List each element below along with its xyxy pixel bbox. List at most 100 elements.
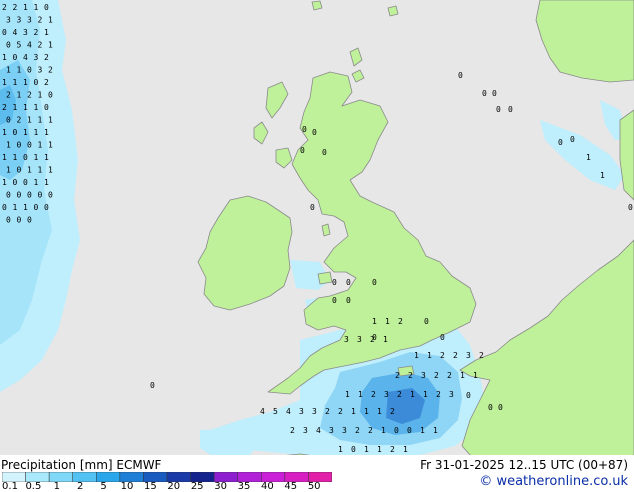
- precip-value: 0: [6, 41, 11, 50]
- precip-value: 1: [17, 66, 22, 75]
- precip-value: 1: [17, 91, 22, 100]
- precip-value: 0: [332, 296, 337, 305]
- legend-ticks: 0.1 0.5 1 2 5 10 15 20 25 30 35 40 45 50: [0, 481, 340, 492]
- precip-value: 1: [2, 53, 7, 62]
- precip-value: 0: [13, 53, 18, 62]
- precip-value: 2: [447, 371, 452, 380]
- precip-value: 3: [6, 16, 11, 25]
- precip-value: 2: [2, 103, 7, 112]
- precip-value: 2: [368, 426, 373, 435]
- precip-value: 1: [44, 178, 49, 187]
- precip-value: 1: [364, 445, 369, 454]
- precip-value: 1: [38, 91, 43, 100]
- precip-value: 1: [473, 371, 478, 380]
- precip-value: 1: [410, 390, 415, 399]
- precip-value: 1: [44, 128, 49, 137]
- precip-value: 2: [48, 66, 53, 75]
- precip-value: 1: [427, 351, 432, 360]
- precip-value: 0: [17, 141, 22, 150]
- precip-value: 0: [48, 191, 53, 200]
- precip-value: 1: [2, 178, 7, 187]
- precip-value: 1: [2, 128, 7, 137]
- legend-tick-label: 1: [53, 481, 60, 492]
- precip-value: 1: [414, 351, 419, 360]
- precip-value: 2: [17, 116, 22, 125]
- precip-value: 0: [2, 203, 7, 212]
- precip-value: 0: [498, 403, 503, 412]
- precip-value: 1: [372, 317, 377, 326]
- precip-value: 0: [34, 78, 39, 87]
- precip-value: 1: [403, 445, 408, 454]
- precip-value: 0: [17, 191, 22, 200]
- precip-value: 0: [424, 317, 429, 326]
- valid-time: Fr 31-01-2025 12..15 UTC (00+87): [420, 458, 628, 472]
- precip-value: 1: [48, 141, 53, 150]
- precip-value: 2: [440, 351, 445, 360]
- precip-value: 0: [23, 178, 28, 187]
- precip-value: 0: [17, 216, 22, 225]
- precip-value: 3: [344, 335, 349, 344]
- precip-value: 1: [48, 116, 53, 125]
- precip-value: 1: [423, 390, 428, 399]
- precip-value: 2: [34, 28, 39, 37]
- precip-value: 2: [355, 426, 360, 435]
- precip-value: 0: [27, 191, 32, 200]
- precip-value: 3: [38, 66, 43, 75]
- precip-value: 2: [38, 41, 43, 50]
- precip-value: 1: [2, 78, 7, 87]
- precip-value: 1: [34, 153, 39, 162]
- precip-value: 0: [394, 426, 399, 435]
- precip-value: 0: [508, 105, 513, 114]
- legend-tick-label: 35: [237, 481, 251, 492]
- precip-value: 2: [390, 445, 395, 454]
- precip-value: 1: [377, 445, 382, 454]
- precip-value: 2: [398, 317, 403, 326]
- precip-value: 0: [150, 381, 155, 390]
- precip-value: 2: [2, 3, 7, 12]
- precip-value: 4: [316, 426, 321, 435]
- precip-value: 3: [303, 426, 308, 435]
- legend-tick-label: 50: [307, 481, 321, 492]
- precip-value: 3: [23, 28, 28, 37]
- precip-value: 2: [13, 3, 18, 12]
- precip-value: 1: [13, 78, 18, 87]
- precip-value: 1: [48, 166, 53, 175]
- precip-value: 1: [6, 166, 11, 175]
- precip-value: 1: [600, 171, 605, 180]
- precip-value: 1: [27, 166, 32, 175]
- legend-tick-label: 45: [284, 481, 298, 492]
- precip-value: 1: [38, 141, 43, 150]
- precip-value: 1: [385, 317, 390, 326]
- precip-value: 1: [377, 407, 382, 416]
- precip-value: 1: [27, 116, 32, 125]
- precip-value: 0: [332, 278, 337, 287]
- precip-value: 0: [23, 153, 28, 162]
- precip-value: 2: [408, 371, 413, 380]
- precip-value: 1: [6, 66, 11, 75]
- precip-value: 0: [13, 178, 18, 187]
- precip-value: 0: [310, 203, 315, 212]
- precip-value: 1: [13, 153, 18, 162]
- legend-tick-label: 10: [120, 481, 134, 492]
- precip-value: 3: [342, 426, 347, 435]
- precip-value: 4: [27, 41, 32, 50]
- precip-value: 3: [299, 407, 304, 416]
- precip-value: 0: [27, 66, 32, 75]
- precip-value: 1: [364, 407, 369, 416]
- legend-tick-label: 25: [190, 481, 204, 492]
- legend-tick-label: 5: [100, 481, 107, 492]
- precip-value: 0: [322, 148, 327, 157]
- precip-value: 5: [17, 41, 22, 50]
- precip-value: 1: [13, 103, 18, 112]
- precip-value: 0: [6, 116, 11, 125]
- precipitation-map: 2 2 1 1 03 3 3 2 10 4 3 2 10 5 4 2 11 0 4 3 21 1 0 3 21 1 1 0 22 1 2 1 0…: [0, 0, 634, 466]
- precip-value: 0: [346, 278, 351, 287]
- precip-value: 0: [466, 391, 471, 400]
- precip-value: 0: [372, 278, 377, 287]
- precip-value: 2: [38, 16, 43, 25]
- precip-value: 0: [44, 3, 49, 12]
- precip-value: 3: [329, 426, 334, 435]
- precip-value: 1: [2, 153, 7, 162]
- credit-link[interactable]: © weatheronline.co.uk: [479, 474, 628, 489]
- legend-tick-label: 30: [214, 481, 227, 492]
